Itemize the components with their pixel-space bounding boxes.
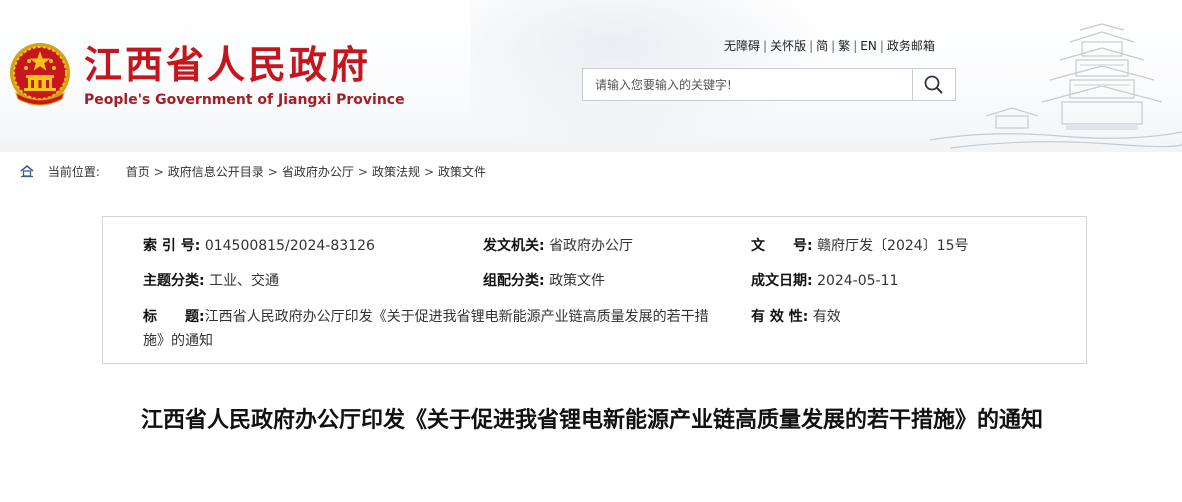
traditional-chinese-link[interactable]: 繁 [838,39,850,53]
site-header: 江西省人民政府 People's Government of Jiangxi P… [0,0,1182,152]
document-metadata-box: 索 引 号: 014500815/2024-83126 发文机关: 省政府办公厅… [102,216,1087,364]
article-title: 江西省人民政府办公厅印发《关于促进我省锂电新能源产业链高质量发展的若干措施》的通… [140,408,1043,433]
english-link[interactable]: EN [860,39,877,53]
meta-validity: 有 效 性: 有效 [751,305,841,329]
meta-issuer-key: 发文机关: [483,238,545,254]
site-logo-subtitle[interactable]: People's Government of Jiangxi Province [84,92,405,108]
breadcrumb-separator: > [153,165,164,179]
meta-date-key: 成文日期: [751,273,813,289]
simplified-chinese-link[interactable]: 简 [816,39,828,53]
breadcrumb-separator: > [357,165,368,179]
breadcrumb-item-policy-documents[interactable]: 政策文件 [438,165,486,179]
meta-index-number: 索 引 号: 014500815/2024-83126 [143,234,375,258]
separator: | [831,39,836,53]
meta-document-number-value: 赣府厅发〔2024〕15号 [817,238,969,254]
meta-title-value: 江西省人民政府办公厅印发《关于促进我省锂电新能源产业链高质量发展的若干措施》的通… [143,309,709,349]
meta-index-number-value: 014500815/2024-83126 [204,238,375,254]
breadcrumb-item-office[interactable]: 省政府办公厅 [282,165,354,179]
meta-topic-key: 主题分类: [143,273,205,289]
site-logo-title[interactable]: 江西省人民政府 [84,40,371,90]
meta-issuer: 发文机关: 省政府办公厅 [483,234,633,258]
meta-topic: 主题分类: 工业、交通 [143,269,279,293]
search-box [582,68,956,101]
meta-category: 组配分类: 政策文件 [483,269,605,293]
separator: | [809,39,814,53]
meta-topic-value: 工业、交通 [209,273,280,289]
top-links-bar: 无障碍 | 关怀版 | 简 | 繁 | EN | 政务邮箱 [724,37,935,54]
meta-date-value: 2024-05-11 [817,273,899,289]
meta-validity-value: 有效 [812,309,841,325]
meta-document-number-key: 文 号: [751,238,813,254]
separator: | [763,39,768,53]
search-input[interactable] [583,69,925,100]
breadcrumb-label: 当前位置: [47,165,100,179]
home-icon [20,165,34,178]
separator: | [879,39,884,53]
meta-issuer-value: 省政府办公厅 [549,238,634,254]
national-emblem-icon[interactable] [8,41,72,109]
meta-document-number: 文 号: 赣府厅发〔2024〕15号 [751,234,969,258]
meta-category-value: 政策文件 [549,273,606,289]
meta-index-number-key: 索 引 号: [143,238,201,254]
breadcrumb: 当前位置: 首页 > 政府信息公开目录 > 省政府办公厅 > 政策法规 > 政策文件 [20,162,486,182]
meta-validity-key: 有 效 性: [751,309,809,325]
pagoda-illustration [930,23,1182,149]
breadcrumb-item-info-catalog[interactable]: 政府信息公开目录 [168,165,264,179]
meta-title: 标 题:江西省人民政府办公厅印发《关于促进我省锂电新能源产业链高质量发展的若干措… [143,305,723,353]
breadcrumb-item-home[interactable]: 首页 [126,165,150,179]
breadcrumb-separator: > [267,165,278,179]
meta-date: 成文日期: 2024-05-11 [751,269,898,293]
breadcrumb-separator: > [423,165,435,179]
care-mode-link[interactable]: 关怀版 [770,39,806,53]
meta-category-key: 组配分类: [483,273,545,289]
accessibility-link[interactable]: 无障碍 [724,39,760,53]
breadcrumb-item-policy-regulations[interactable]: 政策法规 [372,165,420,179]
gov-mail-link[interactable]: 政务邮箱 [887,39,935,53]
meta-title-key: 标 题: [143,309,205,325]
separator: | [853,39,858,53]
